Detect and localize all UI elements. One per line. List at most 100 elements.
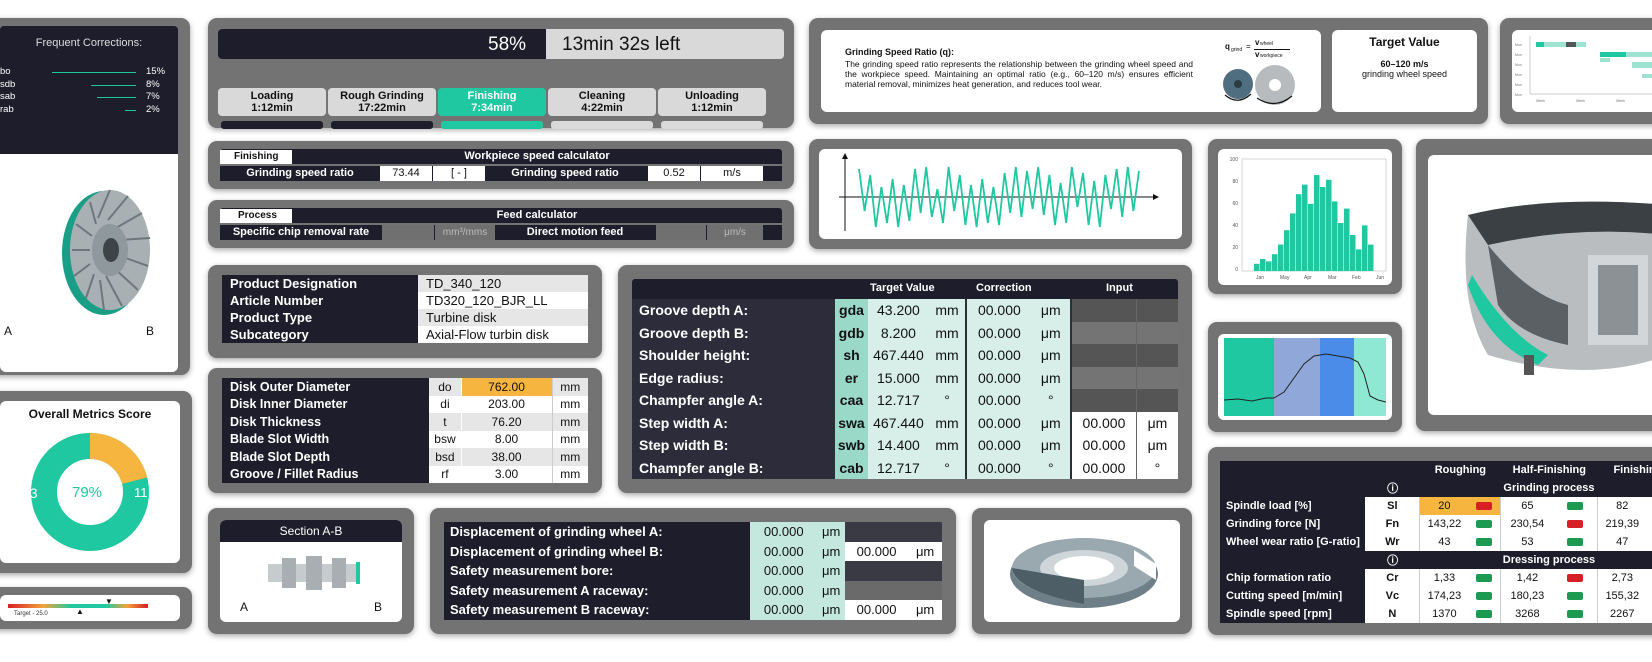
metric-label: Grinding force [N] — [1220, 515, 1366, 533]
workpiece-value-2[interactable]: 0.52 — [648, 166, 700, 181]
stage-name: Loading — [250, 90, 294, 102]
metric-status — [1553, 605, 1598, 623]
groove-code: sh — [835, 344, 868, 367]
stage-progress-bar — [331, 121, 433, 129]
displacement-input[interactable] — [844, 561, 909, 581]
gantt-row-label: Mon — [1515, 43, 1522, 47]
displacement-input-unit: μm — [908, 600, 942, 620]
wave-chart-card — [809, 139, 1192, 249]
displacement-input[interactable] — [844, 580, 909, 600]
stage-time: 7:34min — [471, 102, 513, 114]
groove-input[interactable] — [1069, 366, 1137, 389]
groove-input-unit — [1135, 299, 1178, 322]
metric-value: 82 — [1597, 497, 1647, 515]
dimension-label: Groove / Fillet Radius — [222, 465, 430, 483]
metric-value: 155,32 — [1597, 587, 1647, 605]
displacement-label: Displacement of grinding wheel A: — [444, 522, 750, 542]
target-bar-label: Target - 25.0 — [14, 611, 48, 617]
info-icon[interactable]: ⓘ — [1365, 479, 1420, 497]
dimension-value[interactable]: 8.00 — [461, 430, 553, 448]
displacement-row: Safety measurement A raceway: 00.000 μm — [444, 580, 942, 600]
gantt-row-label: Mon — [1515, 53, 1522, 57]
metric-label: Chip formation ratio — [1220, 569, 1366, 587]
stage-progress-bar — [221, 121, 323, 129]
progress-percent: 58% — [488, 34, 527, 55]
stage-name: Unloading — [685, 90, 739, 102]
workpiece-unit-1: [ - ] — [433, 166, 485, 181]
metric-status — [1553, 587, 1598, 605]
groove-input[interactable]: 00.000 — [1069, 456, 1137, 479]
groove-table: Groove depth A: gda 43.200 mm 00.000 μm Groove… — [632, 299, 1178, 479]
x-tick-label: May — [1280, 275, 1290, 281]
metric-label: Spindle speed [rpm] — [1220, 605, 1366, 623]
dimension-label: Disk Outer Diameter — [222, 378, 430, 396]
section-dressing-process: Dressing process — [1419, 551, 1652, 569]
stage-cleaning[interactable]: Cleaning 4:22min — [548, 88, 656, 116]
dimension-label: Disk Thickness — [222, 413, 430, 431]
groove-correction: 00.000 — [965, 411, 1032, 434]
groove-code: cab — [835, 456, 868, 479]
stage-finishing[interactable]: Finishing 7:34min — [438, 88, 546, 116]
groove-input[interactable] — [1069, 344, 1137, 367]
groove-code: swb — [835, 434, 868, 457]
feed-value-2[interactable] — [656, 225, 706, 240]
y-tick-label: 20 — [1232, 245, 1238, 251]
info-icon[interactable]: ⓘ — [1365, 551, 1420, 569]
groove-input[interactable] — [1069, 299, 1137, 322]
status-indicator-icon — [1567, 502, 1584, 511]
dimension-row: Groove / Fillet Radius rf 3.00 mm — [222, 465, 588, 483]
product-card: Product Designation TD_340_120 Article Num… — [208, 265, 602, 358]
histogram-bar — [1278, 244, 1284, 271]
product-value: TD_340_120 — [418, 275, 588, 292]
metrics-left-value: 43 — [22, 485, 38, 501]
workpiece-value-1[interactable]: 73.44 — [380, 166, 432, 181]
status-indicator-icon — [1476, 520, 1493, 529]
product-label: Product Designation — [222, 275, 418, 292]
groove-input[interactable] — [1069, 321, 1137, 344]
header-half-finishing: Half-Finishing — [1500, 461, 1598, 479]
displacement-input[interactable]: 00.000 — [844, 600, 909, 620]
dimension-value[interactable]: 762.00 — [461, 378, 553, 396]
target-desc: grinding wheel speed — [1361, 69, 1448, 79]
groove-correction: 00.000 — [965, 366, 1032, 389]
dimension-value[interactable]: 3.00 — [461, 465, 553, 483]
groove-label: Champfer angle B: — [632, 456, 836, 479]
stage-unloading[interactable]: Unloading 1:12min — [658, 88, 766, 116]
section-diagram — [268, 556, 360, 590]
displacement-unit: μm — [817, 561, 845, 581]
section-panel: Section A-B A B — [220, 520, 402, 622]
groove-correction: 00.000 — [965, 434, 1032, 457]
feed-value-1[interactable] — [382, 225, 434, 240]
groove-input[interactable]: 00.000 — [1069, 411, 1137, 434]
groove-correction: 00.000 — [965, 456, 1032, 479]
displacement-input-unit — [908, 522, 942, 542]
groove-row: Step width A: swa 467.440 mm 00.000 μm 00.000 μ… — [632, 411, 1178, 434]
groove-row: Step width B: swb 14.400 mm 00.000 μm 00.000 μm — [632, 434, 1178, 457]
stage-rough-grinding[interactable]: Rough Grinding 17:22min — [328, 88, 436, 116]
stage-loading[interactable]: Loading 1:12min — [218, 88, 326, 116]
groove-target: 467.440 — [867, 411, 929, 434]
groove-label: Step width B: — [632, 434, 836, 457]
displacement-input[interactable]: 00.000 — [844, 541, 909, 561]
x-tick-label: Feb — [1352, 275, 1361, 281]
dimension-value[interactable]: 76.20 — [461, 413, 553, 431]
displacement-row: Safety measurement B raceway: 00.000 μm 00.… — [444, 600, 942, 620]
groove-code: er — [835, 366, 868, 389]
metric-abbr: Sl — [1365, 497, 1420, 515]
groove-unit: mm — [929, 299, 967, 322]
groove-target: 12.717 — [867, 389, 929, 412]
groove-input[interactable]: 00.000 — [1069, 434, 1137, 457]
displacement-value: 00.000 — [749, 580, 818, 600]
zoom-chart — [1223, 338, 1387, 416]
disk-3d-card — [1416, 139, 1652, 431]
metric-value: 174,23 — [1419, 587, 1469, 605]
dimension-unit: mm — [551, 378, 588, 396]
groove-input-unit — [1135, 344, 1178, 367]
groove-input[interactable] — [1069, 389, 1137, 412]
displacement-input[interactable] — [844, 522, 909, 542]
histogram-bar — [1302, 184, 1308, 271]
groove-label: Edge radius: — [632, 366, 836, 389]
dimension-value[interactable]: 38.00 — [461, 448, 553, 466]
groove-label: Champfer angle A: — [632, 389, 836, 412]
dimension-value[interactable]: 203.00 — [461, 395, 553, 413]
